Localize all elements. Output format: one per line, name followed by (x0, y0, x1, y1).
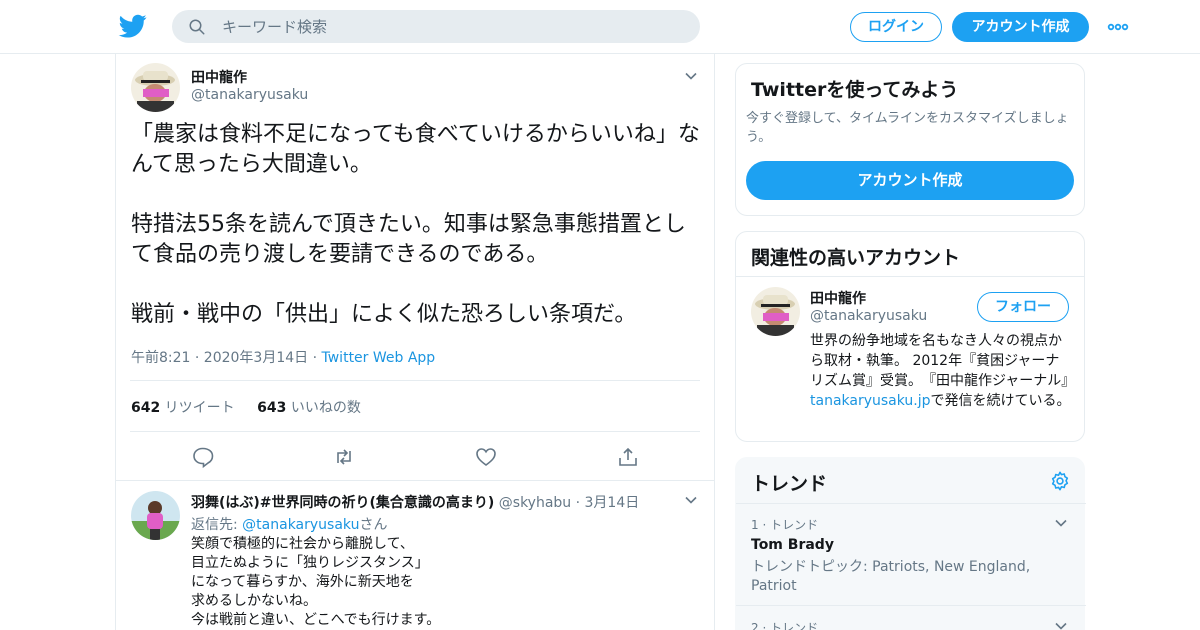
divider (116, 480, 714, 481)
avatar[interactable] (131, 491, 180, 540)
bio-text: で発信を続けている。 (930, 393, 1071, 409)
tweet-text: 「農家は食料不足になっても食べていけるからいいね」なんて思ったら大間違い。 特措… (131, 122, 700, 327)
related-accounts-title: 関連性の高いアカウント (751, 247, 961, 269)
divider (736, 605, 1086, 606)
trend-topic: トレンドトピック: Patriots, New England, Patriot (751, 559, 1031, 594)
trend-rank: 2 · トレンド (751, 621, 819, 630)
retweet-label: リツイート (160, 400, 235, 416)
tweet-author-handle[interactable]: @tanakaryusaku (191, 87, 308, 103)
tweet-time[interactable]: 午前8:21 · 2020年3月14日 · (131, 350, 322, 366)
related-account-name[interactable]: 田中龍作 (810, 288, 866, 308)
trend-name: Tom Brady (751, 537, 834, 553)
gear-icon[interactable] (1049, 470, 1071, 496)
tweet-source-link[interactable]: Twitter Web App (322, 350, 436, 366)
like-count: 643 (257, 400, 287, 416)
reply-icon[interactable] (191, 445, 215, 469)
chevron-down-icon[interactable] (1054, 515, 1068, 534)
avatar[interactable] (131, 63, 180, 112)
login-button[interactable]: ログイン (850, 12, 942, 42)
avatar[interactable] (751, 287, 800, 336)
heart-icon[interactable] (474, 445, 498, 469)
reply-text: 笑顔で積極的に社会から離脱して、 目立たぬように「独りレジスタンス」 になって暮… (191, 536, 441, 628)
chevron-down-icon[interactable] (684, 68, 698, 87)
related-account-bio: 世界の紛争地域を名もなき人々の視点から取材・執筆。 2012年『貧困ジャーナリズ… (810, 331, 1076, 411)
signup-card: Twitterを使ってみよう 今すぐ登録して、タイムラインをカスタマイズしましょ… (735, 63, 1085, 216)
search-input[interactable] (222, 10, 682, 43)
retweet-stat[interactable]: 642 リツイート (131, 400, 235, 416)
trends-title: トレンド (751, 473, 828, 495)
reply-author-name: 羽舞(はぶ)#世界同時の祈り(集合意識の高まり) (191, 495, 495, 511)
divider (736, 503, 1086, 504)
tweet-author-name[interactable]: 田中龍作 (191, 67, 247, 87)
bio-text: 世界の紛争地域を名もなき人々の視点から取材・執筆。 2012年『貧困ジャーナリズ… (810, 333, 1076, 389)
signup-button[interactable]: アカウント作成 (952, 12, 1089, 42)
tweet-stats: 642 リツイート 643 いいねの数 (131, 397, 361, 417)
signup-card-title: Twitterを使ってみよう (751, 79, 959, 101)
signup-card-button[interactable]: アカウント作成 (746, 161, 1074, 200)
reply-to-suffix: さん (359, 517, 388, 533)
twitter-bird-icon[interactable] (118, 12, 148, 40)
related-accounts-card: 関連性の高いアカウント 田中龍作 @tanakaryusaku フォロー 世界の… (735, 231, 1085, 442)
reply-to-prefix: 返信先: (191, 517, 243, 533)
share-icon[interactable] (616, 445, 640, 469)
retweet-icon[interactable] (332, 445, 356, 469)
like-label: いいねの数 (286, 400, 361, 416)
bio-link[interactable]: tanakaryusaku.jp (810, 393, 931, 409)
reply-author-handle: @skyhabu · 3月14日 (494, 495, 640, 511)
trends-card: トレンド 1 · トレンド Tom Brady トレンドトピック: Patrio… (735, 457, 1086, 630)
reply-to: 返信先: @tanakaryusakuさん (191, 514, 387, 534)
related-account-handle[interactable]: @tanakaryusaku (810, 308, 927, 324)
trend-rank: 1 · トレンド (751, 518, 819, 532)
chevron-down-icon[interactable] (1054, 618, 1068, 630)
like-stat[interactable]: 643 いいねの数 (257, 400, 361, 416)
chevron-down-icon[interactable] (684, 492, 698, 511)
search-box (172, 10, 700, 43)
tweet-meta: 午前8:21 · 2020年3月14日 · Twitter Web App (131, 347, 435, 367)
reply-author[interactable]: 羽舞(はぶ)#世界同時の祈り(集合意識の高まり) @skyhabu · 3月14… (191, 492, 639, 512)
divider (130, 380, 700, 381)
search-icon (189, 19, 205, 35)
retweet-count: 642 (131, 400, 161, 416)
follow-button[interactable]: フォロー (977, 292, 1069, 322)
divider (736, 276, 1084, 277)
tweet-column: 田中龍作 @tanakaryusaku 「農家は食料不足になっても食べていけるか… (115, 54, 715, 630)
more-icon[interactable] (1106, 18, 1130, 36)
signup-card-description: 今すぐ登録して、タイムラインをカスタマイズしましょう。 (746, 111, 1069, 145)
top-bar: ログイン アカウント作成 (0, 0, 1200, 54)
reply-to-link[interactable]: @tanakaryusaku (242, 517, 359, 533)
divider (130, 431, 700, 432)
